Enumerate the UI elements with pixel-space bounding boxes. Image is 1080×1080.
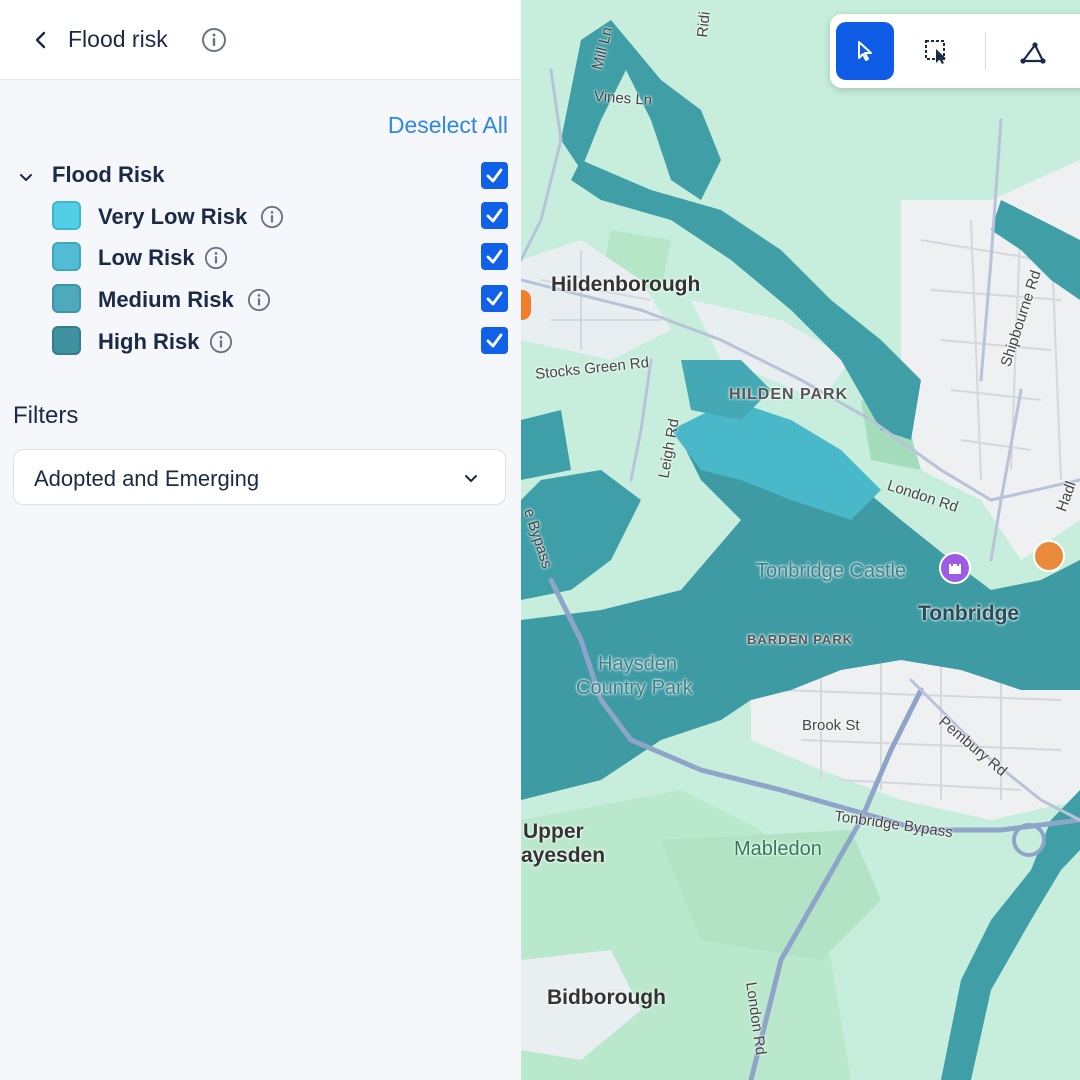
- chevron-down-icon[interactable]: [16, 167, 36, 187]
- high-risk-swatch: [52, 326, 81, 355]
- legend-item-label: Very Low Risk: [98, 204, 248, 229]
- map-base: [521, 20, 1080, 1080]
- map-label-haysden: Haysden: [598, 653, 677, 675]
- panel-title: Flood risk: [68, 26, 168, 52]
- castle-icon[interactable]: [939, 552, 971, 584]
- check-icon: [486, 168, 503, 183]
- check-icon: [486, 249, 503, 264]
- panel-header: Flood risk: [0, 0, 521, 80]
- low-risk-checkbox[interactable]: [481, 243, 508, 270]
- filters-selected-value: Adopted and Emerging: [34, 466, 260, 491]
- map-label-haysden-village: ayesden: [521, 844, 606, 867]
- info-icon[interactable]: [260, 205, 284, 229]
- toolbar-divider: [985, 32, 986, 70]
- poi-marker[interactable]: [1033, 540, 1065, 572]
- pointer-select-button[interactable]: [836, 22, 894, 80]
- chevron-down-icon: [461, 468, 481, 488]
- poi-marker[interactable]: [521, 290, 531, 320]
- map-toolbar: [830, 14, 1080, 88]
- back-button[interactable]: [26, 24, 56, 56]
- map-label-ridi: Ridi: [694, 10, 714, 39]
- map-canvas[interactable]: Hildenborough HILDEN PARK Tonbridge Tonb…: [521, 0, 1080, 1080]
- check-icon: [486, 208, 503, 223]
- polygon-draw-button[interactable]: [1002, 22, 1060, 80]
- map-label-bidborough: Bidborough: [547, 986, 666, 1009]
- group-checkbox[interactable]: [481, 162, 508, 189]
- map-label-hildenborough: Hildenborough: [551, 273, 701, 296]
- filters-heading: Filters: [13, 402, 79, 429]
- medium-risk-checkbox[interactable]: [481, 285, 508, 312]
- medium-risk-swatch: [52, 284, 81, 313]
- legend-item-medium-risk: Medium Risk: [0, 281, 521, 319]
- legend-item-very-low-risk: Very Low Risk: [0, 198, 521, 236]
- check-icon: [486, 291, 503, 306]
- map-label-barden-park: BARDEN PARK: [747, 632, 854, 647]
- info-icon[interactable]: [204, 246, 228, 270]
- high-risk-checkbox[interactable]: [481, 327, 508, 354]
- pointer-select-icon: [858, 41, 872, 61]
- deselect-all-link[interactable]: Deselect All: [388, 112, 508, 139]
- polygon-draw-icon: [1020, 42, 1046, 64]
- chevron-left-icon: [35, 31, 46, 49]
- info-icon[interactable]: [247, 288, 271, 312]
- flood-risk-group: Flood Risk: [0, 158, 521, 194]
- filters-dropdown[interactable]: Adopted and Emerging: [13, 449, 506, 505]
- legend-item-low-risk: Low Risk: [0, 239, 521, 277]
- layers-panel: Flood risk Deselect All Flood Risk Very …: [0, 0, 521, 1080]
- info-icon[interactable]: [209, 330, 233, 354]
- map-label-mabledon: Mabledon: [734, 838, 822, 860]
- legend-item-label: Medium Risk: [98, 287, 234, 312]
- very-low-risk-checkbox[interactable]: [481, 202, 508, 229]
- map-label-hilden-park: HILDEN PARK: [729, 386, 849, 403]
- very-low-risk-swatch: [52, 201, 81, 230]
- map-label-country-park: Country Park: [576, 677, 693, 699]
- area-select-button[interactable]: [907, 22, 965, 80]
- map-label-tonbridge-castle: Tonbridge Castle: [756, 560, 907, 582]
- map-label-brook-st: Brook St: [802, 717, 860, 734]
- map-label-upper: Upper: [523, 820, 584, 843]
- legend-item-label: High Risk: [98, 329, 200, 354]
- low-risk-swatch: [52, 242, 81, 271]
- group-label: Flood Risk: [52, 162, 165, 187]
- map-label-tonbridge: Tonbridge: [918, 602, 1020, 625]
- info-icon[interactable]: [201, 27, 227, 53]
- area-select-icon: [925, 40, 946, 64]
- legend-item-high-risk: High Risk: [0, 323, 521, 361]
- check-icon: [486, 333, 503, 348]
- legend-item-label: Low Risk: [98, 245, 195, 270]
